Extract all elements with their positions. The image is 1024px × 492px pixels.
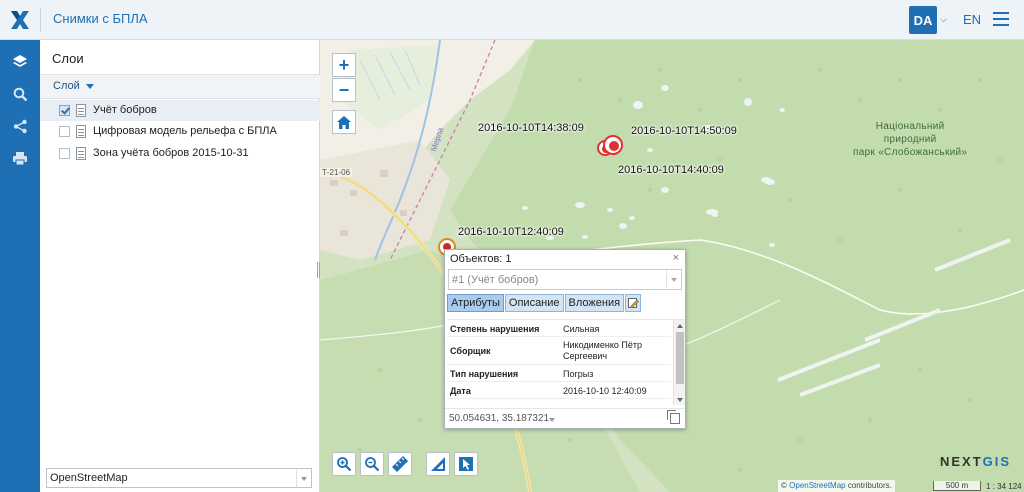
- layer-toolbar: Слой: [40, 74, 320, 99]
- table-row: Степень нарушения Сильная: [447, 320, 671, 337]
- app-title[interactable]: Снимки с БПЛА: [53, 11, 148, 26]
- layer-item[interactable]: Зона учёта бобров 2015-10-31: [40, 143, 320, 164]
- park-label-line: парк «Слобожанський»: [853, 147, 968, 158]
- popup-footer: 50.054631, 35.187321: [445, 408, 685, 428]
- nextgis-logo-icon[interactable]: [0, 0, 40, 40]
- home-icon[interactable]: [332, 110, 356, 134]
- zoom-in-box-icon[interactable]: [332, 452, 356, 476]
- attribution-link[interactable]: OpenStreetMap: [789, 481, 845, 490]
- brand-next: NEXT: [940, 454, 983, 469]
- layer-label: Учёт бобров: [93, 104, 157, 116]
- table-row: Дата 2016-10-10 12:40:09: [447, 382, 671, 399]
- layer-menu-button[interactable]: Слой: [53, 80, 80, 92]
- attribute-value: Погрыз: [563, 369, 594, 379]
- layer-label: Зона учёта бобров 2015-10-31: [93, 147, 249, 159]
- language-active-button[interactable]: DA: [909, 6, 937, 34]
- zoom-in-button[interactable]: +: [332, 53, 356, 77]
- feature-select[interactable]: #1 (Учёт бобров): [448, 269, 682, 290]
- language-en-link[interactable]: EN: [963, 12, 981, 27]
- popup-title: Объектов: 1: [450, 253, 512, 265]
- road-label: Т-21-06: [320, 168, 353, 177]
- attributes-table: Степень нарушения Сильная Сборщик Никоди…: [447, 319, 685, 405]
- attribution-suffix: contributors.: [847, 481, 892, 490]
- chevron-down-icon[interactable]: ⌵: [940, 14, 947, 25]
- left-toolbar: [0, 40, 40, 492]
- marker-label: 2016-10-10T12:40:09: [458, 226, 564, 238]
- panel-title: Слои: [52, 51, 84, 66]
- park-label-line: Національний: [875, 121, 945, 132]
- zoom-out-button[interactable]: −: [332, 78, 356, 102]
- table-row: Тип нарушения Погрыз: [447, 365, 671, 382]
- header-divider: [40, 8, 41, 32]
- tab-description[interactable]: Описание: [504, 294, 564, 312]
- map-tools: [332, 452, 478, 476]
- attribute-key: Тип нарушения: [450, 369, 519, 379]
- caret-down-icon[interactable]: [86, 84, 94, 89]
- hamburger-menu-icon[interactable]: [993, 12, 1009, 26]
- tab-attachments[interactable]: Вложения: [564, 294, 625, 312]
- scroll-up-icon[interactable]: [677, 324, 683, 328]
- marker-label: 2016-10-10T14:50:09: [631, 125, 737, 137]
- nextgis-brand: NEXTGIS: [940, 454, 1011, 469]
- attribute-key: Степень нарушения: [450, 324, 540, 334]
- layer-checkbox[interactable]: [59, 148, 70, 159]
- print-icon[interactable]: [0, 142, 40, 174]
- attribute-key: Сборщик: [450, 346, 491, 356]
- basemap-select[interactable]: OpenStreetMap: [46, 468, 312, 488]
- scale-bar: 500 m: [933, 481, 981, 491]
- vector-layer-icon: [76, 147, 86, 160]
- layer-checkbox[interactable]: [59, 105, 70, 116]
- popup-header: Объектов: 1 ×: [445, 250, 685, 268]
- park-label: Національний природний парк «Слобожанськ…: [853, 120, 967, 159]
- brand-gis: GIS: [982, 454, 1012, 469]
- table-row: Сборщик Никодименко Пётр Сергеевич: [447, 337, 671, 365]
- coordinates-readout: 50.054631, 35.187321: [449, 413, 550, 424]
- attribute-key: Дата: [450, 386, 471, 396]
- search-icon[interactable]: [0, 78, 40, 110]
- close-icon[interactable]: ×: [673, 252, 679, 264]
- layer-label: Цифровая модель рельефа с БПЛА: [93, 125, 277, 137]
- map-attribution: © OpenStreetMap contributors.: [778, 480, 895, 492]
- scroll-down-icon[interactable]: [677, 398, 683, 402]
- basemap-value: OpenStreetMap: [50, 472, 128, 484]
- dropdown-arrow-icon[interactable]: [296, 469, 311, 487]
- layer-item[interactable]: Учёт бобров: [40, 100, 320, 121]
- share-icon[interactable]: [0, 110, 40, 142]
- attributes-scrollbar[interactable]: [673, 320, 685, 405]
- feature-select-value: #1 (Учёт бобров): [452, 274, 539, 286]
- identify-popup: Объектов: 1 × #1 (Учёт бобров) Атрибуты …: [444, 249, 686, 429]
- marker-label: 2016-10-10T14:40:09: [618, 164, 724, 176]
- raster-layer-icon: [76, 125, 86, 138]
- vector-layer-icon: [76, 104, 86, 117]
- beaver-marker-core: [609, 141, 619, 151]
- layers-icon[interactable]: [0, 46, 40, 78]
- layers-panel: Слои Слой Учёт бобров Цифровая модель ре…: [40, 40, 320, 492]
- scroll-thumb[interactable]: [676, 332, 684, 384]
- coordinate-format-caret-icon[interactable]: [549, 418, 555, 422]
- attribute-value: Никодименко Пётр Сергеевич: [563, 340, 642, 361]
- app-header: Снимки с БПЛА DA ⌵ EN: [0, 0, 1024, 40]
- marker-label: 2016-10-10T14:38:09: [478, 122, 584, 134]
- attribute-value: Сильная: [563, 324, 600, 334]
- layer-checkbox[interactable]: [59, 126, 70, 137]
- scale-ratio: 1 : 34 124: [986, 482, 1022, 491]
- layer-item[interactable]: Цифровая модель рельефа с БПЛА: [40, 121, 320, 142]
- measure-distance-icon[interactable]: [388, 452, 412, 476]
- popup-tabs: Атрибуты Описание Вложения: [447, 294, 642, 312]
- measure-area-icon[interactable]: [426, 452, 450, 476]
- tab-attributes[interactable]: Атрибуты: [447, 294, 504, 312]
- attribute-value: 2016-10-10 12:40:09: [563, 386, 647, 396]
- identify-icon[interactable]: [454, 452, 478, 476]
- copy-icon[interactable]: [667, 410, 680, 424]
- park-label-line: природний: [883, 134, 937, 145]
- edit-feature-icon[interactable]: [625, 294, 642, 312]
- attribution-prefix: ©: [781, 481, 787, 490]
- zoom-out-box-icon[interactable]: [360, 452, 384, 476]
- dropdown-arrow-icon[interactable]: [666, 270, 681, 289]
